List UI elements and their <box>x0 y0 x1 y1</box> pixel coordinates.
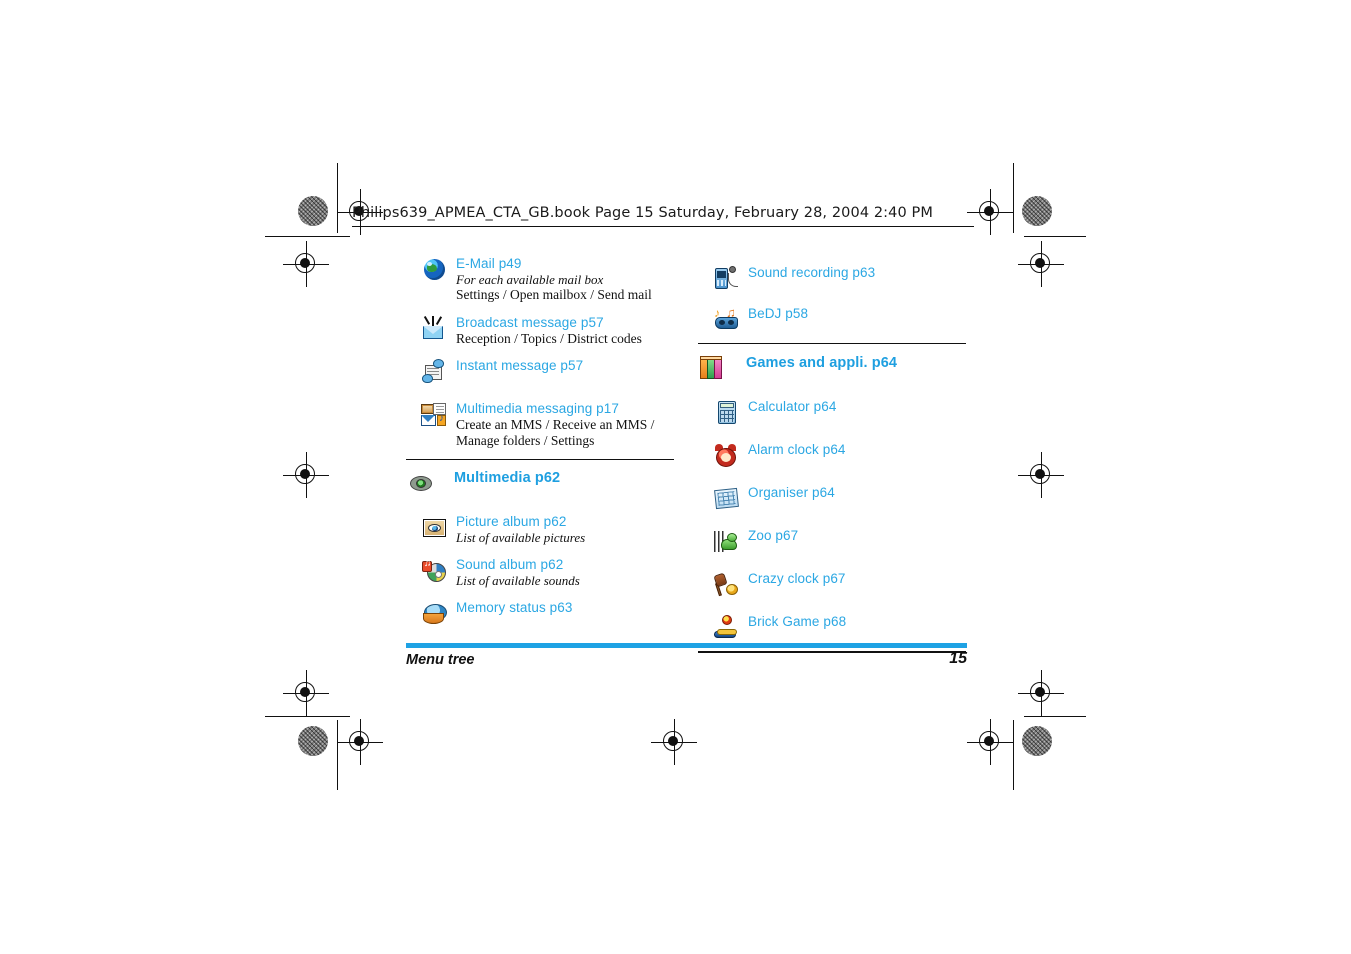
games-books-icon <box>698 354 730 384</box>
book-header-line: Philips639_APMEA_CTA_GB.book Page 15 Sat… <box>352 205 933 221</box>
trim-line-top-right <box>1024 236 1086 238</box>
multimedia-messaging-icon <box>420 400 452 430</box>
registration-mark <box>1018 670 1064 716</box>
halftone-patch <box>298 726 328 756</box>
menu-entry-title: Sound recording p63 <box>748 265 876 280</box>
multimedia-joystick-icon <box>406 469 438 499</box>
menu-entry-subtitle: List of available pictures <box>456 530 586 546</box>
header-rule <box>352 226 974 227</box>
trim-line-left-bottom <box>337 720 339 790</box>
menu-section-games-and-appli[interactable]: Games and appli. p64 <box>698 354 966 384</box>
menu-entry-zoo[interactable]: Zoo p67 <box>712 527 966 557</box>
registration-mark <box>967 719 1013 765</box>
sound-recording-icon <box>712 264 744 294</box>
menu-entry-options: Reception / Topics / District codes <box>456 330 642 346</box>
brick-game-icon <box>712 613 744 643</box>
page-number: 15 <box>949 650 967 667</box>
calculator-icon <box>712 398 744 428</box>
trim-line-top-left <box>265 236 350 238</box>
menu-entry-subtitle: List of available sounds <box>456 573 580 589</box>
registration-mark <box>967 189 1013 235</box>
registration-mark <box>283 452 329 498</box>
globe-icon <box>420 255 452 285</box>
menu-entry-title: Memory status p63 <box>456 600 573 616</box>
menu-entry-brick-game[interactable]: Brick Game p68 <box>712 613 966 643</box>
menu-section-title: Multimedia p62 <box>454 470 561 487</box>
menu-entry-title: Calculator p64 <box>748 399 837 415</box>
menu-entry-title: Crazy clock p67 <box>748 571 846 587</box>
menu-entry-title: Picture album p62 <box>456 514 567 530</box>
picture-album-icon <box>420 513 452 543</box>
organiser-icon <box>712 484 744 514</box>
menu-entry-memory-status[interactable]: Memory status p63 <box>420 599 674 629</box>
menu-entry-title: BeDJ p58 <box>748 306 809 321</box>
menu-entry-bedj[interactable]: ♪ ♫ BeDJ p58 <box>712 305 966 335</box>
broadcast-envelope-icon <box>420 314 452 344</box>
menu-entry-title: Zoo p67 <box>748 528 799 544</box>
zoo-icon <box>712 527 744 557</box>
crazy-clock-icon <box>712 570 744 600</box>
registration-mark <box>1018 241 1064 287</box>
halftone-patch <box>1022 196 1052 226</box>
menu-entry-options: Create an MMS / Receive an MMS / Manage … <box>456 417 655 448</box>
menu-entry-title: Instant message p57 <box>456 358 584 373</box>
instant-message-icon <box>420 357 452 387</box>
menu-entry-picture-album[interactable]: Picture album p62 List of available pict… <box>420 513 674 545</box>
menu-entry-sound-album[interactable]: Sound album p62 List of available sounds <box>420 556 674 588</box>
menu-entry-calculator[interactable]: Calculator p64 <box>712 398 966 428</box>
section-divider <box>698 343 966 345</box>
menu-entry-title: Alarm clock p64 <box>748 442 846 458</box>
section-divider <box>406 459 674 461</box>
bedj-icon: ♪ ♫ <box>712 305 744 335</box>
menu-entry-title: Multimedia messaging p17 <box>456 401 619 416</box>
menu-entry-multimedia-messaging[interactable]: Multimedia messaging p17 Create an MMS /… <box>420 400 674 448</box>
menu-entry-title: Sound album p62 <box>456 557 564 573</box>
memory-status-icon <box>420 599 452 629</box>
menu-entry-alarm-clock[interactable]: Alarm clock p64 <box>712 441 966 471</box>
menu-entry-title: Organiser p64 <box>748 485 835 501</box>
menu-entry-broadcast-message[interactable]: Broadcast message p57 Reception / Topics… <box>420 314 674 347</box>
menu-entry-crazy-clock[interactable]: Crazy clock p67 <box>712 570 966 600</box>
menu-entry-title: E-Mail p49 <box>456 256 522 271</box>
trim-line-right-bottom <box>1013 720 1015 790</box>
footer-section-label: Menu tree <box>406 652 475 668</box>
registration-mark <box>337 719 383 765</box>
menu-entry-subtitle: For each available mail box <box>456 272 604 287</box>
alarm-clock-icon <box>712 441 744 471</box>
menu-entry-title: Brick Game p68 <box>748 614 847 630</box>
menu-column-left: E-Mail p49 For each available mail box S… <box>406 255 674 640</box>
trim-line-bottom-left <box>265 716 350 718</box>
halftone-patch <box>298 196 328 226</box>
menu-entry-options: Settings / Open mailbox / Send mail <box>456 287 652 302</box>
menu-entry-sound-recording[interactable]: Sound recording p63 <box>712 264 966 294</box>
trim-line-left-top <box>337 163 339 233</box>
halftone-patch <box>1022 726 1052 756</box>
menu-entry-title: Broadcast message p57 <box>456 314 604 330</box>
menu-column-right: Sound recording p63 ♪ ♫ BeDJ p58 Games an… <box>698 264 966 662</box>
trim-line-bottom-right <box>1024 716 1086 718</box>
registration-mark <box>283 670 329 716</box>
trim-line-right-top <box>1013 163 1015 233</box>
sound-album-icon <box>420 556 452 586</box>
footer-accent-bar <box>406 643 967 648</box>
menu-entry-email[interactable]: E-Mail p49 For each available mail box S… <box>420 255 674 303</box>
registration-mark <box>651 719 697 765</box>
registration-mark <box>283 241 329 287</box>
menu-section-title: Games and appli. p64 <box>746 355 898 372</box>
menu-section-multimedia[interactable]: Multimedia p62 <box>406 469 674 499</box>
menu-entry-instant-message[interactable]: Instant message p57 <box>420 357 674 387</box>
registration-mark <box>1018 452 1064 498</box>
menu-entry-organiser[interactable]: Organiser p64 <box>712 484 966 514</box>
